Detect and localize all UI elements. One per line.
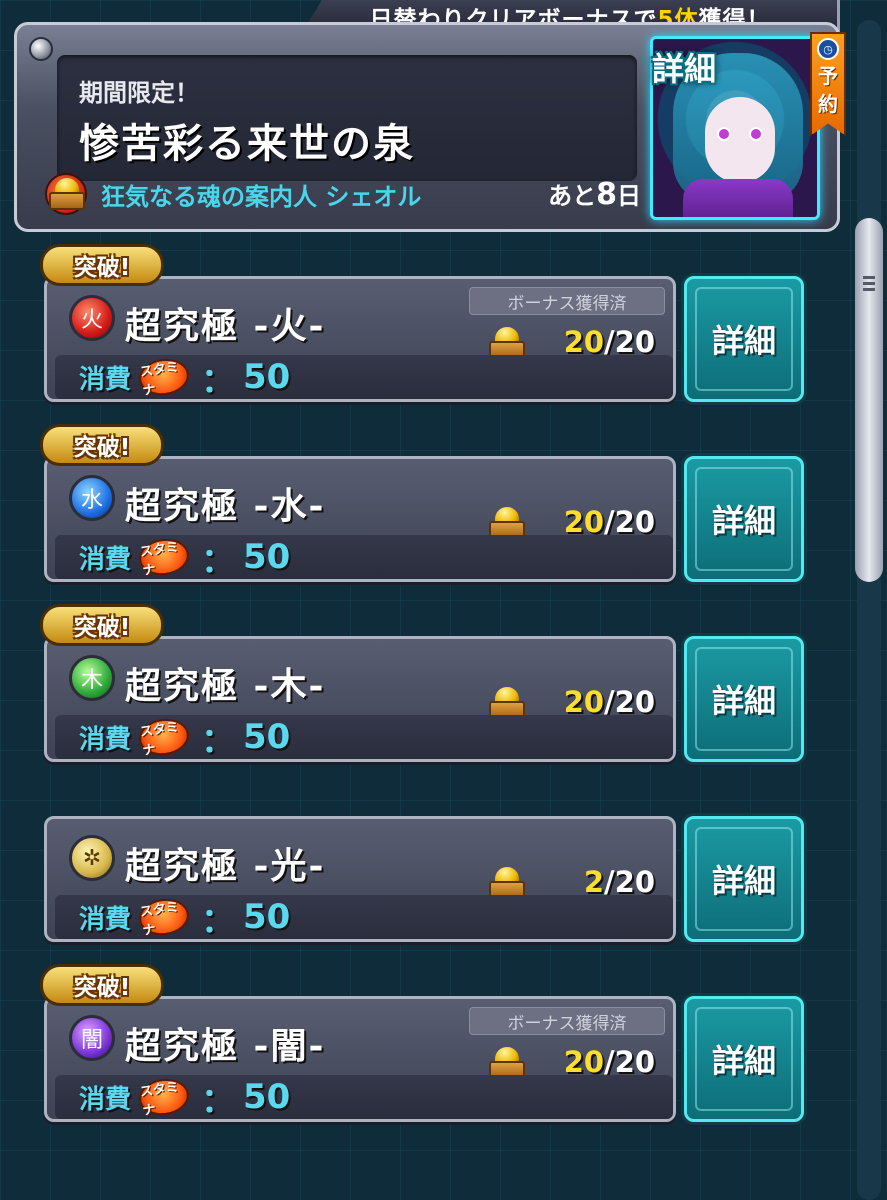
clear-count: 20/20 bbox=[564, 685, 655, 719]
stamina-cost-row: 消費 スタミナ ： 50 bbox=[55, 535, 673, 581]
quest-detail-button[interactable]: 詳細 bbox=[684, 816, 804, 942]
portrait-eye-icon bbox=[717, 127, 731, 141]
event-title: 惨苦彩る来世の泉 bbox=[79, 120, 415, 167]
clear-count: 20/20 bbox=[564, 325, 655, 359]
treasure-chest-icon bbox=[49, 178, 85, 210]
quest-detail-button[interactable]: 詳細 bbox=[684, 456, 804, 582]
quest-row-light: ✲ 超究極 ‐光‐ 2/20 消費 スタミナ ： 50 詳細 bbox=[44, 816, 804, 942]
boss-name: 狂気なる魂の案内人 シェオル bbox=[101, 182, 422, 211]
stamina-cost-row: 消費 スタミナ ： 50 bbox=[55, 355, 673, 401]
breakthrough-badge: 突破! bbox=[40, 604, 164, 646]
clear-count-current: 20 bbox=[563, 505, 605, 539]
portrait-eye-icon bbox=[749, 127, 763, 141]
stamina-cost-row: 消費 スタミナ ： 50 bbox=[55, 1075, 673, 1121]
clear-count: 20/20 bbox=[564, 1045, 655, 1079]
clear-count: 2/20 bbox=[584, 865, 655, 899]
quest-name: 超究極 ‐火‐ bbox=[125, 305, 326, 347]
quest-name: 超究極 ‐光‐ bbox=[125, 845, 326, 887]
clear-count-current: 2 bbox=[583, 865, 605, 899]
reserve-label-2: 約 bbox=[818, 92, 838, 116]
days-suffix: 日 bbox=[617, 182, 641, 210]
clear-count-current: 20 bbox=[563, 1045, 605, 1079]
stamina-cost-row: 消費 スタミナ ： 50 bbox=[55, 715, 673, 761]
wood-element-icon: 木 bbox=[69, 655, 115, 701]
clock-icon: ◷ bbox=[817, 38, 839, 60]
quest-name: 超究極 ‐木‐ bbox=[125, 665, 326, 707]
reserve-badge[interactable]: ◷ 予 約 bbox=[810, 32, 846, 136]
clear-count-current: 20 bbox=[563, 325, 605, 359]
cost-separator: ： bbox=[201, 540, 236, 581]
reserve-label-1: 予 bbox=[818, 64, 838, 88]
event-info-row: ☠ 狂気なる魂の案内人 シェオル あと8日 bbox=[45, 169, 645, 219]
breakthrough-badge: 突破! bbox=[40, 424, 164, 466]
quest-row-fire: 突破! 火 超究極 ‐火‐ ボーナス獲得済 20/20 消費 スタミナ ： 50… bbox=[40, 244, 804, 402]
fire-element-icon: 火 bbox=[69, 295, 115, 341]
clear-count-total: /20 bbox=[604, 325, 655, 359]
cost-label: 消費 bbox=[79, 1084, 132, 1115]
days-number: 8 bbox=[596, 177, 617, 212]
days-remaining: あと8日 bbox=[548, 176, 645, 212]
cost-label: 消費 bbox=[79, 364, 132, 395]
grip-icon bbox=[863, 276, 875, 279]
cost-separator: ： bbox=[201, 900, 236, 941]
quest-panel[interactable]: ✲ 超究極 ‐光‐ 2/20 消費 スタミナ ： 50 bbox=[44, 816, 676, 942]
cost-label: 消費 bbox=[79, 904, 132, 935]
cost-separator: ： bbox=[201, 1080, 236, 1121]
quest-row-water: 突破! 水 超究極 ‐水‐ 20/20 消費 スタミナ ： 50 詳細 bbox=[40, 424, 804, 582]
quest-detail-button[interactable]: 詳細 bbox=[684, 636, 804, 762]
light-element-icon: ✲ bbox=[69, 835, 115, 881]
water-element-icon: 水 bbox=[69, 475, 115, 521]
portrait-detail-label[interactable]: 詳細 bbox=[652, 44, 716, 90]
stamina-icon: スタミナ bbox=[136, 895, 192, 939]
clear-count-total: /20 bbox=[604, 685, 655, 719]
cost-label: 消費 bbox=[79, 724, 132, 755]
cost-separator: ： bbox=[201, 360, 236, 401]
bonus-obtained-label: ボーナス獲得済 bbox=[469, 1007, 665, 1035]
bonus-obtained-label: ボーナス獲得済 bbox=[469, 287, 665, 315]
clear-count: 20/20 bbox=[564, 505, 655, 539]
stamina-icon: スタミナ bbox=[136, 1075, 192, 1119]
stamina-cost-value: 50 bbox=[243, 357, 291, 397]
breakthrough-badge: 突破! bbox=[40, 244, 164, 286]
event-title-box: 期間限定！ 惨苦彩る来世の泉 bbox=[57, 55, 637, 181]
stamina-cost-value: 50 bbox=[243, 717, 291, 757]
stamina-cost-row: 消費 スタミナ ： 50 bbox=[55, 895, 673, 941]
quest-panel[interactable]: 火 超究極 ‐火‐ ボーナス獲得済 20/20 消費 スタミナ ： 50 bbox=[44, 276, 676, 402]
clear-count-current: 20 bbox=[563, 685, 605, 719]
days-prefix: あと bbox=[548, 182, 597, 210]
clear-count-total: /20 bbox=[604, 1045, 655, 1079]
stamina-icon: スタミナ bbox=[136, 715, 192, 759]
quest-detail-button[interactable]: 詳細 bbox=[684, 996, 804, 1122]
stamina-cost-value: 50 bbox=[243, 537, 291, 577]
cost-separator: ： bbox=[201, 720, 236, 761]
scrollbar-thumb[interactable] bbox=[855, 218, 883, 582]
quest-detail-button[interactable]: 詳細 bbox=[684, 276, 804, 402]
event-subtitle: 期間限定！ bbox=[79, 79, 199, 107]
stamina-icon: スタミナ bbox=[136, 535, 192, 579]
portrait-scarf bbox=[683, 179, 793, 217]
quest-panel[interactable]: 水 超究極 ‐水‐ 20/20 消費 スタミナ ： 50 bbox=[44, 456, 676, 582]
dark-element-icon: 闇 bbox=[69, 1015, 115, 1061]
quest-name: 超究極 ‐闇‐ bbox=[125, 1025, 326, 1067]
quest-name: 超究極 ‐水‐ bbox=[125, 485, 326, 527]
quest-row-dark: 突破! 闇 超究極 ‐闇‐ ボーナス獲得済 20/20 消費 スタミナ ： 50… bbox=[40, 964, 804, 1122]
quest-panel[interactable]: 木 超究極 ‐木‐ 20/20 消費 スタミナ ： 50 bbox=[44, 636, 676, 762]
stamina-icon: スタミナ bbox=[136, 355, 192, 399]
breakthrough-badge: 突破! bbox=[40, 964, 164, 1006]
cost-label: 消費 bbox=[79, 544, 132, 575]
clear-count-total: /20 bbox=[604, 865, 655, 899]
stamina-cost-value: 50 bbox=[243, 897, 291, 937]
clear-count-total: /20 bbox=[604, 505, 655, 539]
stamina-cost-value: 50 bbox=[243, 1077, 291, 1117]
quest-row-wood: 突破! 木 超究極 ‐木‐ 20/20 消費 スタミナ ： 50 詳細 bbox=[40, 604, 804, 762]
quest-panel[interactable]: 闇 超究極 ‐闇‐ ボーナス獲得済 20/20 消費 スタミナ ： 50 bbox=[44, 996, 676, 1122]
scrollbar-track[interactable] bbox=[857, 20, 881, 1200]
portrait-face bbox=[705, 97, 775, 183]
